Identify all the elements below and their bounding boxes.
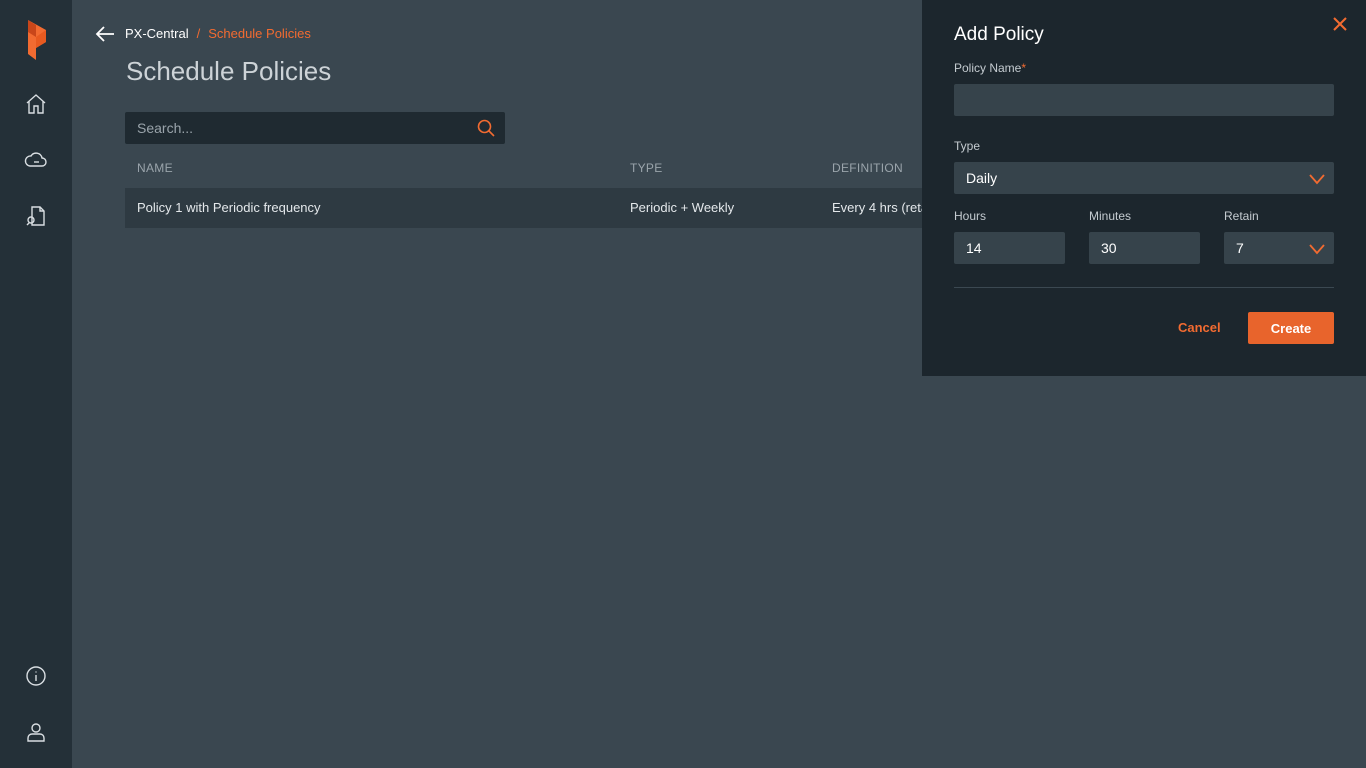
document-icon[interactable]	[22, 202, 50, 230]
search-icon[interactable]	[477, 119, 495, 137]
breadcrumb: PX-Central / Schedule Policies	[125, 26, 311, 41]
table-row[interactable]: Policy 1 with Periodic frequency Periodi…	[125, 188, 929, 228]
policy-name-label-text: Policy Name	[954, 61, 1022, 75]
row-type-cell: Periodic + Weekly	[630, 200, 735, 215]
retain-select[interactable]: 7	[1224, 232, 1334, 264]
column-header-name[interactable]: NAME	[137, 161, 173, 175]
create-button[interactable]: Create	[1248, 312, 1334, 344]
close-icon[interactable]	[1332, 16, 1348, 32]
user-icon[interactable]	[22, 718, 50, 746]
back-arrow-icon[interactable]	[94, 24, 116, 44]
type-select-value: Daily	[966, 170, 998, 186]
required-marker: *	[1021, 61, 1027, 75]
portworx-logo-icon[interactable]	[24, 20, 48, 60]
search-input[interactable]	[125, 112, 465, 144]
add-policy-drawer: Add Policy Policy Name* Type Daily Hours…	[922, 0, 1366, 376]
breadcrumb-root-link[interactable]: PX-Central	[125, 26, 189, 41]
hours-input[interactable]	[954, 232, 1065, 264]
column-header-definition[interactable]: DEFINITION	[832, 161, 903, 175]
drawer-title: Add Policy	[954, 24, 1044, 45]
info-icon[interactable]	[22, 662, 50, 690]
chevron-down-icon	[1308, 242, 1326, 255]
retain-label: Retain	[1224, 209, 1259, 223]
chevron-down-icon	[1308, 172, 1326, 185]
type-select[interactable]: Daily	[954, 162, 1334, 194]
divider	[954, 287, 1334, 288]
policy-name-input[interactable]	[954, 84, 1334, 116]
home-icon[interactable]	[22, 90, 50, 118]
search-box	[125, 112, 505, 144]
type-label: Type	[954, 139, 981, 153]
row-name-cell: Policy 1 with Periodic frequency	[137, 200, 321, 215]
cloud-icon[interactable]	[22, 146, 50, 174]
breadcrumb-separator: /	[196, 26, 201, 41]
row-definition-cell: Every 4 hrs (reta	[832, 200, 929, 215]
retain-select-value: 7	[1236, 240, 1244, 256]
hours-label: Hours	[954, 209, 987, 223]
minutes-label: Minutes	[1089, 209, 1132, 223]
cancel-button[interactable]: Cancel	[1178, 320, 1221, 335]
minutes-input[interactable]	[1089, 232, 1200, 264]
page-title: Schedule Policies	[126, 56, 332, 86]
breadcrumb-current: Schedule Policies	[208, 26, 311, 41]
policy-name-label: Policy Name*	[954, 61, 1026, 75]
sidebar	[0, 0, 72, 768]
column-header-type[interactable]: TYPE	[630, 161, 663, 175]
